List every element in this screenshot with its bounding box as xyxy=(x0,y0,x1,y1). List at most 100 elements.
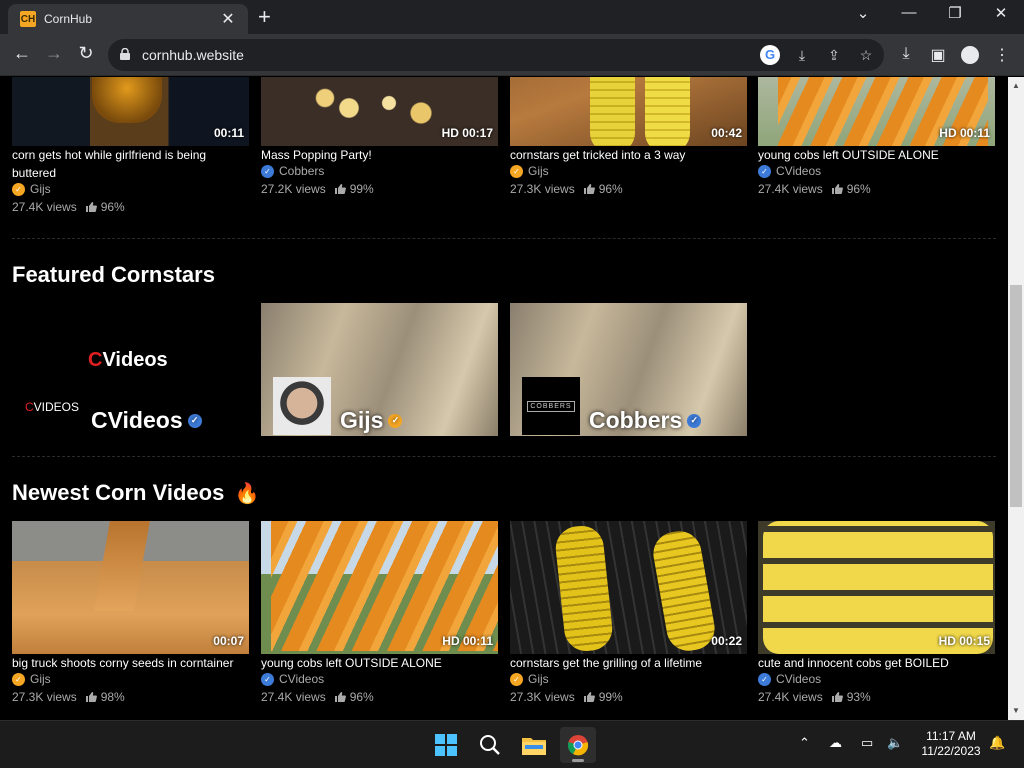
video-thumbnail[interactable]: 00:11 xyxy=(12,77,249,146)
video-title[interactable]: cute and innocent cobs get BOILED xyxy=(758,654,995,672)
video-thumbnail[interactable]: HD 00:17 xyxy=(261,77,498,146)
reload-button[interactable]: ↻ xyxy=(74,43,98,64)
video-stats: 27.4K views 96% xyxy=(12,200,125,214)
url-text[interactable]: cornhub.website xyxy=(142,47,244,63)
profile-icon[interactable] xyxy=(961,46,979,64)
video-stats: 27.4K views 93% xyxy=(758,690,871,704)
channel-name[interactable]: Gijs xyxy=(528,672,549,686)
thumbs-up-icon xyxy=(583,184,595,194)
verified-badge-icon: ✓ xyxy=(510,164,523,178)
restore-button[interactable]: ❐ xyxy=(932,4,978,22)
windows-start-icon[interactable] xyxy=(428,727,464,763)
channel-row[interactable]: ✓ Gijs xyxy=(12,182,51,196)
video-title[interactable]: big truck shoots corny seeds in corntain… xyxy=(12,654,249,672)
video-thumbnail[interactable]: HD 00:11 xyxy=(758,77,995,146)
show-hidden-icons-icon[interactable]: ⌃ xyxy=(799,735,810,751)
channel-name[interactable]: CVideos xyxy=(776,672,821,686)
rating: 96% xyxy=(598,182,623,196)
rating: 98% xyxy=(100,690,125,704)
google-lens-icon[interactable]: G xyxy=(760,45,780,65)
side-panel-icon[interactable]: ▣ xyxy=(928,45,948,65)
video-duration: HD 00:17 xyxy=(441,126,493,140)
rating: 96% xyxy=(100,200,125,214)
address-bar[interactable]: cornhub.website G ⤓ ⇪ ☆ xyxy=(108,39,884,71)
channel-name[interactable]: Gijs xyxy=(30,672,51,686)
channel-row[interactable]: ✓ Gijs xyxy=(510,672,549,686)
view-count: 27.4K views xyxy=(261,690,326,704)
onedrive-icon[interactable]: ☁ xyxy=(829,735,842,751)
chrome-icon[interactable] xyxy=(560,727,596,763)
video-duration: 00:22 xyxy=(711,634,742,648)
star-name[interactable]: CVideos xyxy=(91,407,183,434)
video-title[interactable]: young cobs left OUTSIDE ALONE xyxy=(261,654,498,672)
cvideos-small-logo: CVIDEOS xyxy=(25,400,80,414)
channel-row[interactable]: ✓ CVideos xyxy=(758,164,821,178)
channel-row[interactable]: ✓ Gijs xyxy=(12,672,51,686)
cobbers-logo: COBBERS xyxy=(527,400,575,412)
video-stats: 27.4K views 96% xyxy=(261,690,374,704)
video-duration: 00:11 xyxy=(213,126,244,140)
video-title[interactable]: cornstars get tricked into a 3 way xyxy=(510,146,747,164)
page-scrollbar[interactable]: ▲ ▼ xyxy=(1008,77,1024,720)
notification-bell-icon[interactable]: 🔔 xyxy=(989,735,1005,751)
channel-name[interactable]: Cobbers xyxy=(279,164,324,178)
file-explorer-icon[interactable] xyxy=(516,727,552,763)
channel-row[interactable]: ✓ Gijs xyxy=(510,164,549,178)
tab-search-icon[interactable]: ⌄ xyxy=(840,4,886,22)
featured-heading: Featured Cornstars xyxy=(12,262,215,287)
lock-icon[interactable] xyxy=(120,48,130,60)
video-thumbnail[interactable]: HD 00:15 xyxy=(758,521,995,654)
featured-star-card[interactable]: CVideos CVIDEOS CVideos ✓ xyxy=(12,303,249,436)
section-divider xyxy=(12,238,996,239)
view-count: 27.3K views xyxy=(510,182,575,196)
install-icon[interactable]: ⤓ xyxy=(792,45,812,65)
scroll-down-arrow-icon[interactable]: ▼ xyxy=(1012,706,1020,715)
rating: 93% xyxy=(846,690,871,704)
cornhub-favicon-icon: CH xyxy=(20,11,36,27)
video-stats: 27.3K views 99% xyxy=(510,690,623,704)
downloads-icon[interactable]: ⤓ xyxy=(896,45,916,63)
close-window-button[interactable]: ✕ xyxy=(978,4,1024,22)
video-thumbnail[interactable]: 00:07 xyxy=(12,521,249,654)
scroll-up-arrow-icon[interactable]: ▲ xyxy=(1012,81,1020,90)
video-title[interactable]: young cobs left OUTSIDE ALONE xyxy=(758,146,995,164)
fire-icon: 🔥 xyxy=(234,483,260,505)
share-icon[interactable]: ⇪ xyxy=(824,45,844,65)
thumbs-up-icon xyxy=(85,202,97,212)
video-thumbnail[interactable]: 00:42 xyxy=(510,77,747,146)
star-name[interactable]: Cobbers xyxy=(589,407,682,434)
video-thumbnail[interactable]: 00:22 xyxy=(510,521,747,654)
star-name[interactable]: Gijs xyxy=(340,407,383,434)
volume-icon[interactable]: 🔈 xyxy=(887,735,903,751)
video-title[interactable]: Mass Popping Party! xyxy=(261,146,498,164)
tab-close-icon[interactable]: ✕ xyxy=(218,9,238,29)
featured-star-card[interactable]: Gijs ✓ xyxy=(261,303,498,436)
video-title[interactable]: cornstars get the grilling of a lifetime xyxy=(510,654,747,672)
search-icon[interactable] xyxy=(472,727,508,763)
video-title[interactable]: corn gets hot while girlfriend is being … xyxy=(12,146,249,182)
bookmark-star-icon[interactable]: ☆ xyxy=(856,45,876,65)
network-icon[interactable]: ▭ xyxy=(861,735,873,751)
featured-star-card[interactable]: COBBERS Cobbers ✓ xyxy=(510,303,747,436)
clock[interactable]: 11:17 AM 11/22/2023 xyxy=(916,729,986,759)
video-stats: 27.2K views 99% xyxy=(261,182,374,196)
view-count: 27.2K views xyxy=(261,182,326,196)
forward-button[interactable]: → xyxy=(42,43,66,64)
video-thumbnail[interactable]: HD 00:11 xyxy=(261,521,498,654)
channel-name[interactable]: CVideos xyxy=(279,672,324,686)
channel-row[interactable]: ✓ CVideos xyxy=(758,672,821,686)
rating: 96% xyxy=(349,690,374,704)
new-tab-button[interactable]: + xyxy=(258,6,271,28)
channel-row[interactable]: ✓ CVideos xyxy=(261,672,324,686)
back-button[interactable]: ← xyxy=(10,43,34,64)
menu-icon[interactable]: ⋮ xyxy=(992,45,1012,65)
channel-name[interactable]: Gijs xyxy=(30,182,51,196)
channel-name[interactable]: Gijs xyxy=(528,164,549,178)
scrollbar-thumb[interactable] xyxy=(1010,285,1022,507)
view-count: 27.3K views xyxy=(510,690,575,704)
minimize-button[interactable]: — xyxy=(886,4,932,21)
channel-row[interactable]: ✓ Cobbers xyxy=(261,164,324,178)
channel-name[interactable]: CVideos xyxy=(776,164,821,178)
browser-tab[interactable]: CH CornHub ✕ xyxy=(8,4,248,34)
taskbar: ⌃ ☁ ▭ 🔈 11:17 AM 11/22/2023 🔔 xyxy=(0,720,1024,768)
